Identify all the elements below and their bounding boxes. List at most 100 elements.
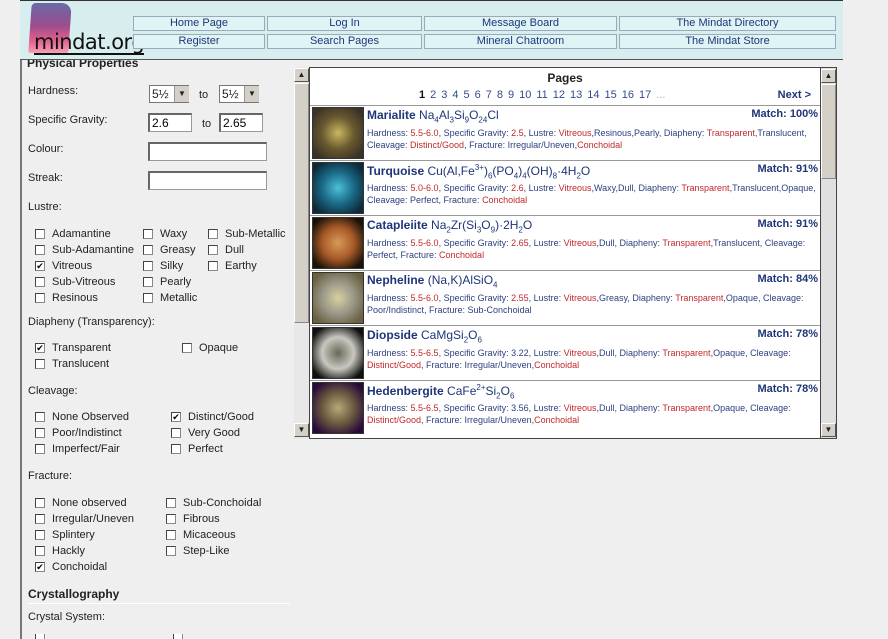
checkbox-box[interactable] <box>171 444 181 454</box>
hardness-to-select[interactable]: 5½ ▼ <box>219 85 259 103</box>
checkbox-box[interactable] <box>35 530 45 540</box>
page-link-10[interactable]: 10 <box>519 89 531 101</box>
checkmark-icon[interactable]: ✔ <box>35 343 45 353</box>
mineral-photo[interactable] <box>312 382 364 434</box>
checkbox-box[interactable] <box>208 229 218 239</box>
page-link-3[interactable]: 3 <box>441 89 447 101</box>
checkbox-box[interactable] <box>143 245 153 255</box>
cleavage-poor-indistinct-checkbox[interactable]: Poor/Indistinct <box>35 427 122 439</box>
results-scrollbar[interactable]: ▲ ▼ <box>821 67 837 439</box>
nav-home-page[interactable]: Home Page <box>133 16 265 31</box>
fracture-fibrous-checkbox[interactable]: Fibrous <box>166 513 220 525</box>
streak-input[interactable] <box>148 171 267 190</box>
lustre-sub-metallic-checkbox[interactable]: Sub-Metallic <box>208 228 286 240</box>
page-link-4[interactable]: 4 <box>452 89 458 101</box>
page-link-17[interactable]: 17 <box>639 89 651 101</box>
checkbox-box[interactable] <box>35 359 45 369</box>
page-link-16[interactable]: 16 <box>622 89 634 101</box>
mineral-photo[interactable] <box>312 272 364 324</box>
lustre-earthy-checkbox[interactable]: Earthy <box>208 260 257 272</box>
chevron-down-icon[interactable]: ▼ <box>174 86 189 102</box>
mineral-name-link[interactable]: Marialite <box>367 108 416 122</box>
checkbox-box[interactable] <box>143 293 153 303</box>
fracture-none-observed-checkbox[interactable]: None observed <box>35 497 127 509</box>
fracture-conchoidal-checkbox[interactable]: ✔ Conchoidal <box>35 561 107 573</box>
colour-input[interactable] <box>148 142 267 161</box>
checkbox-box[interactable] <box>35 428 45 438</box>
checkbox-box[interactable] <box>35 277 45 287</box>
page-link-7[interactable]: 7 <box>486 89 492 101</box>
scroll-down-arrow-icon[interactable]: ▼ <box>821 423 836 437</box>
checkbox-box[interactable] <box>208 261 218 271</box>
checkbox-box[interactable] <box>35 412 45 422</box>
checkbox-box[interactable] <box>143 229 153 239</box>
fracture-sub-conchoidal-checkbox[interactable]: Sub-Conchoidal <box>166 497 261 509</box>
checkbox-box[interactable] <box>35 293 45 303</box>
checkbox-box[interactable] <box>166 546 176 556</box>
page-link-14[interactable]: 14 <box>587 89 599 101</box>
mineral-name-link[interactable]: Hedenbergite <box>367 384 444 398</box>
lustre-resinous-checkbox[interactable]: Resinous <box>35 292 98 304</box>
mineral-photo[interactable] <box>312 162 364 214</box>
checkbox-box[interactable] <box>35 514 45 524</box>
page-link-5[interactable]: 5 <box>464 89 470 101</box>
checkbox-box[interactable] <box>35 546 45 556</box>
lustre-sub-adamantine-checkbox[interactable]: Sub-Adamantine <box>35 244 134 256</box>
checkbox-box[interactable] <box>143 261 153 271</box>
checkbox-box[interactable] <box>35 444 45 454</box>
scrollbar-thumb[interactable] <box>294 83 309 323</box>
page-link-13[interactable]: 13 <box>570 89 582 101</box>
scroll-up-arrow-icon[interactable]: ▲ <box>294 68 309 82</box>
mineral-name-link[interactable]: Nepheline <box>367 273 424 287</box>
checkbox-box[interactable] <box>171 428 181 438</box>
lustre-vitreous-checkbox[interactable]: ✔ Vitreous <box>35 260 92 272</box>
hardness-from-select[interactable]: 5½ ▼ <box>149 85 189 103</box>
scroll-up-arrow-icon[interactable]: ▲ <box>821 69 836 83</box>
lustre-sub-vitreous-checkbox[interactable]: Sub-Vitreous <box>35 276 115 288</box>
crystal-system-checkbox[interactable] <box>35 634 52 639</box>
page-link-1[interactable]: 1 <box>419 89 425 101</box>
mineral-photo[interactable] <box>312 217 364 269</box>
lustre-waxy-checkbox[interactable]: Waxy <box>143 228 187 240</box>
mineral-name-link[interactable]: Catapleiite <box>367 218 428 232</box>
checkbox-box[interactable] <box>166 530 176 540</box>
scroll-down-arrow-icon[interactable]: ▼ <box>294 423 309 437</box>
nav-mindat-store[interactable]: The Mindat Store <box>619 34 836 49</box>
page-link-9[interactable]: 9 <box>508 89 514 101</box>
fracture-irregular-uneven-checkbox[interactable]: Irregular/Uneven <box>35 513 134 525</box>
lustre-pearly-checkbox[interactable]: Pearly <box>143 276 191 288</box>
sg-from-input[interactable] <box>148 113 192 132</box>
lustre-metallic-checkbox[interactable]: Metallic <box>143 292 197 304</box>
fracture-splintery-checkbox[interactable]: Splintery <box>35 529 95 541</box>
search-panel-scrollbar[interactable]: ▲ ▼ <box>294 67 310 439</box>
scrollbar-thumb[interactable] <box>821 84 836 179</box>
checkbox-box[interactable] <box>208 245 218 255</box>
page-link-6[interactable]: 6 <box>475 89 481 101</box>
nav-mineral-chatroom[interactable]: Mineral Chatroom <box>424 34 617 49</box>
cleavage-perfect-checkbox[interactable]: Perfect <box>171 443 223 455</box>
crystal-system-checkbox[interactable] <box>173 634 190 639</box>
mineral-name-link[interactable]: Diopside <box>367 328 418 342</box>
mindat-logo[interactable]: mindat.org <box>24 3 145 59</box>
diapheny-translucent-checkbox[interactable]: Translucent <box>35 358 109 370</box>
nav-search-pages[interactable]: Search Pages <box>267 34 422 49</box>
diapheny-transparent-checkbox[interactable]: ✔ Transparent <box>35 342 111 354</box>
next-page-link[interactable]: Next > <box>778 89 811 101</box>
fracture-hackly-checkbox[interactable]: Hackly <box>35 545 85 557</box>
checkmark-icon[interactable]: ✔ <box>171 412 181 422</box>
page-link-12[interactable]: 12 <box>553 89 565 101</box>
checkbox-box[interactable] <box>166 514 176 524</box>
nav-log-in[interactable]: Log In <box>267 16 422 31</box>
checkbox-box[interactable] <box>35 498 45 508</box>
checkmark-icon[interactable]: ✔ <box>35 261 45 271</box>
page-link-8[interactable]: 8 <box>497 89 503 101</box>
page-link-11[interactable]: 11 <box>536 89 547 101</box>
lustre-greasy-checkbox[interactable]: Greasy <box>143 244 195 256</box>
chevron-down-icon[interactable]: ▼ <box>244 86 259 102</box>
lustre-silky-checkbox[interactable]: Silky <box>143 260 183 272</box>
cleavage-distinct-good-checkbox[interactable]: ✔ Distinct/Good <box>171 411 254 423</box>
cleavage-very-good-checkbox[interactable]: Very Good <box>171 427 240 439</box>
checkbox-box[interactable] <box>35 245 45 255</box>
lustre-dull-checkbox[interactable]: Dull <box>208 244 244 256</box>
page-link-2[interactable]: 2 <box>430 89 436 101</box>
